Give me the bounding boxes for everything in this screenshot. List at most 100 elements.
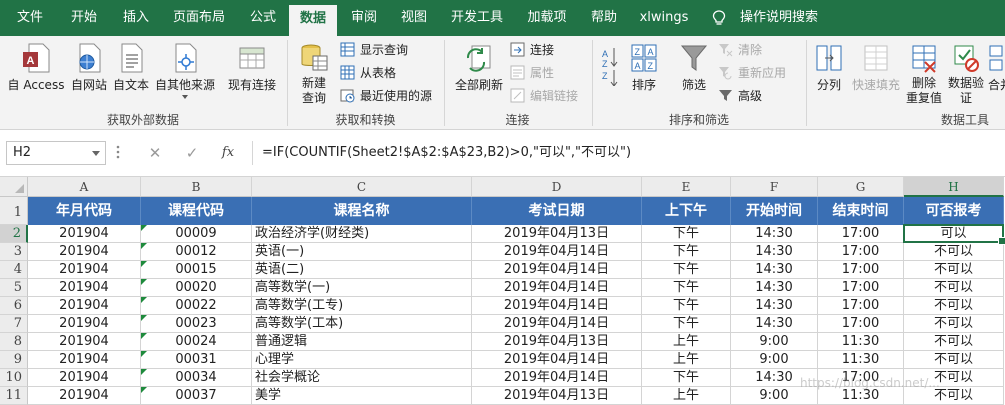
column-header-b[interactable]: B [141,177,252,197]
cell-eligibility[interactable]: 不可以 [904,333,1004,351]
cell-exam-date[interactable]: 2019年04月14日 [472,315,642,333]
cell-exam-date[interactable]: 2019年04月13日 [472,225,642,243]
row-header-5[interactable]: 5 [0,279,28,297]
cell-exam-date[interactable]: 2019年04月14日 [472,369,642,387]
column-header-h[interactable]: H [904,177,1004,197]
insert-function-icon[interactable]: fx [218,143,238,163]
cell-am-pm[interactable]: 上午 [642,387,731,405]
cell-exam-date[interactable]: 2019年04月14日 [472,243,642,261]
cell-course-name[interactable]: 高等数学(工本) [252,315,472,333]
from-access-button[interactable]: A 自 Access [6,42,66,93]
header-cell-start-time[interactable]: 开始时间 [731,197,818,225]
header-cell-end-time[interactable]: 结束时间 [818,197,904,225]
cell-am-pm[interactable]: 下午 [642,225,731,243]
column-header-c[interactable]: C [252,177,472,197]
row-header-10[interactable]: 10 [0,369,28,387]
cell-year-month-code[interactable]: 201904 [28,333,141,351]
cell-exam-date[interactable]: 2019年04月13日 [472,387,642,405]
connections-button[interactable]: 连接 [510,40,554,60]
cell-course-name[interactable]: 普通逻辑 [252,333,472,351]
cell-exam-date[interactable]: 2019年04月14日 [472,297,642,315]
data-validation-button[interactable]: 数据验 证 [946,42,986,106]
advanced-filter-button[interactable]: 高级 [718,86,762,106]
name-box[interactable]: H2 [6,141,106,165]
tab-file[interactable]: 文件 [4,0,56,36]
existing-connections-button[interactable]: 现有连接 [224,42,280,93]
cell-am-pm[interactable]: 下午 [642,297,731,315]
cell-year-month-code[interactable]: 201904 [28,351,141,369]
tab-insert[interactable]: 插入 [110,0,162,36]
new-query-button[interactable]: 新建 查询 [294,42,334,106]
cell-year-month-code[interactable]: 201904 [28,387,141,405]
cell-am-pm[interactable]: 上午 [642,333,731,351]
cancel-icon[interactable]: ✕ [145,143,165,163]
column-header-a[interactable]: A [28,177,141,197]
cell-course-code[interactable]: 00034 [141,369,252,387]
cell-year-month-code[interactable]: 201904 [28,315,141,333]
header-cell-course-code[interactable]: 课程代码 [141,197,252,225]
cell-start-time[interactable]: 14:30 [731,261,818,279]
row-header-2[interactable]: 2 [0,225,28,243]
cell-am-pm[interactable]: 下午 [642,315,731,333]
cell-year-month-code[interactable]: 201904 [28,261,141,279]
header-cell-year-month-code[interactable]: 年月代码 [28,197,141,225]
cell-end-time[interactable]: 17:00 [818,279,904,297]
cell-course-name[interactable]: 高等数学(一) [252,279,472,297]
cell-course-code[interactable]: 00009 [141,225,252,243]
cell-start-time[interactable]: 14:30 [731,243,818,261]
cell-course-name[interactable]: 美学 [252,387,472,405]
row-header-11[interactable]: 11 [0,387,28,405]
select-all-corner[interactable] [0,177,28,197]
cell-end-time[interactable]: 17:00 [818,261,904,279]
row-header-1[interactable]: 1 [0,197,28,225]
cell-am-pm[interactable]: 上午 [642,351,731,369]
cell-course-name[interactable]: 心理学 [252,351,472,369]
header-cell-course-name[interactable]: 课程名称 [252,197,472,225]
header-cell-am-pm[interactable]: 上下午 [642,197,731,225]
show-queries-button[interactable]: 显示查询 [340,40,408,60]
tab-help[interactable]: 帮助 [582,0,626,36]
cell-start-time[interactable]: 14:30 [731,225,818,243]
cell-end-time[interactable]: 17:00 [818,243,904,261]
cell-end-time[interactable]: 17:00 [818,297,904,315]
filter-button[interactable]: 筛选 [676,42,712,93]
cell-course-code[interactable]: 00012 [141,243,252,261]
from-text-button[interactable]: 自文本 [110,42,152,93]
cell-end-time[interactable]: 11:30 [818,351,904,369]
cell-start-time[interactable]: 9:00 [731,351,818,369]
from-other-sources-button[interactable]: 自其他来源 [152,42,218,99]
cell-end-time[interactable]: 17:00 [818,315,904,333]
tell-me-search[interactable]: 操作说明搜索 [734,0,824,36]
text-to-columns-button[interactable]: 分列 [810,42,848,93]
from-web-button[interactable]: 自网站 [68,42,110,93]
tab-home[interactable]: 开始 [58,0,110,36]
tab-developer[interactable]: 开发工具 [444,0,510,36]
refresh-all-button[interactable]: 全部刷新 [450,42,508,93]
cell-course-name[interactable]: 英语(二) [252,261,472,279]
cell-eligibility[interactable]: 不可以 [904,297,1004,315]
cell-exam-date[interactable]: 2019年04月13日 [472,333,642,351]
cell-eligibility[interactable]: 不可以 [904,279,1004,297]
cell-eligibility[interactable]: 不可以 [904,243,1004,261]
cell-end-time[interactable]: 11:30 [818,333,904,351]
formula-input[interactable]: =IF(COUNTIF(Sheet2!$A$2:$A$23,B2)>0,"可以"… [252,141,1005,165]
cell-year-month-code[interactable]: 201904 [28,243,141,261]
cell-course-code[interactable]: 00031 [141,351,252,369]
from-table-button[interactable]: 从表格 [340,63,396,83]
cell-course-name[interactable]: 政治经济学(财经类) [252,225,472,243]
column-header-g[interactable]: G [818,177,904,197]
cell-eligibility[interactable]: 不可以 [904,315,1004,333]
cell-exam-date[interactable]: 2019年04月14日 [472,279,642,297]
cell-am-pm[interactable]: 下午 [642,261,731,279]
cell-start-time[interactable]: 14:30 [731,279,818,297]
cell-end-time[interactable]: 17:00 [818,225,904,243]
row-header-4[interactable]: 4 [0,261,28,279]
column-header-f[interactable]: F [731,177,818,197]
cell-course-code[interactable]: 00020 [141,279,252,297]
cell-am-pm[interactable]: 下午 [642,369,731,387]
tab-data[interactable]: 数据 [289,5,337,36]
cell-start-time[interactable]: 14:30 [731,297,818,315]
header-cell-exam-date[interactable]: 考试日期 [472,197,642,225]
consolidate-button[interactable]: 合并 [988,42,1005,93]
cell-course-code[interactable]: 00023 [141,315,252,333]
